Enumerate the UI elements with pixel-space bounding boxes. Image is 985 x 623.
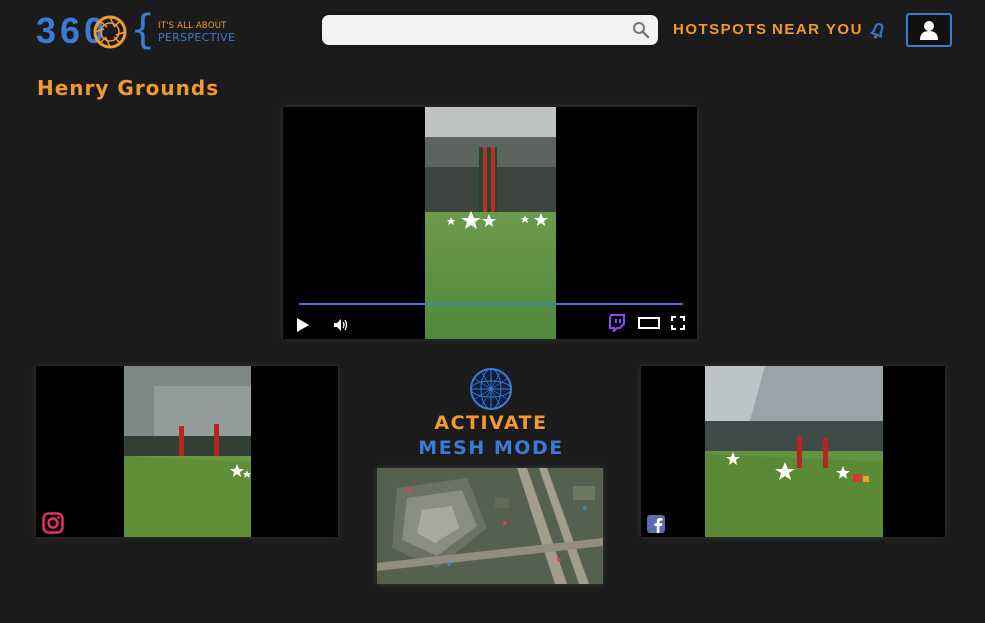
bell-icon[interactable]: [868, 20, 888, 40]
main-video-player[interactable]: [283, 107, 697, 339]
logo-tagline-bottom: PERSPECTIVE: [158, 31, 236, 44]
aperture-icon: [93, 15, 127, 49]
video-frame: [705, 366, 883, 537]
search-input[interactable]: [332, 20, 626, 42]
user-icon: [920, 21, 938, 40]
logo[interactable]: 360 { IT'S ALL ABOUT PERSPECTIVE: [36, 7, 236, 53]
page-title: Henry Grounds: [37, 76, 220, 100]
play-icon[interactable]: [296, 317, 310, 333]
mesh-mode-text[interactable]: MESH MODE: [380, 437, 602, 459]
user-button[interactable]: [906, 13, 952, 47]
nav-hotspots[interactable]: HOTSPOTS: [673, 20, 768, 40]
search-icon[interactable]: [632, 21, 650, 39]
instagram-icon[interactable]: [42, 512, 64, 534]
mesh-map-thumbnail[interactable]: [377, 468, 603, 584]
activate-mesh-text[interactable]: ACTIVATE: [380, 412, 602, 434]
theater-mode-icon[interactable]: [638, 316, 660, 330]
logo-bracket: {: [130, 7, 156, 53]
volume-icon[interactable]: [333, 318, 351, 332]
progress-bar[interactable]: [299, 303, 683, 305]
nav-near-you[interactable]: NEAR YOU: [772, 20, 863, 40]
facebook-icon[interactable]: [647, 515, 665, 533]
search-bar: [322, 15, 658, 45]
twitch-icon[interactable]: [608, 314, 626, 332]
side-video-instagram[interactable]: [36, 366, 338, 537]
fullscreen-icon[interactable]: [671, 316, 685, 330]
logo-tagline-top: IT'S ALL ABOUT: [158, 21, 227, 31]
video-frame: [124, 366, 251, 537]
side-video-facebook[interactable]: [641, 366, 945, 537]
globe-icon[interactable]: [469, 367, 513, 411]
